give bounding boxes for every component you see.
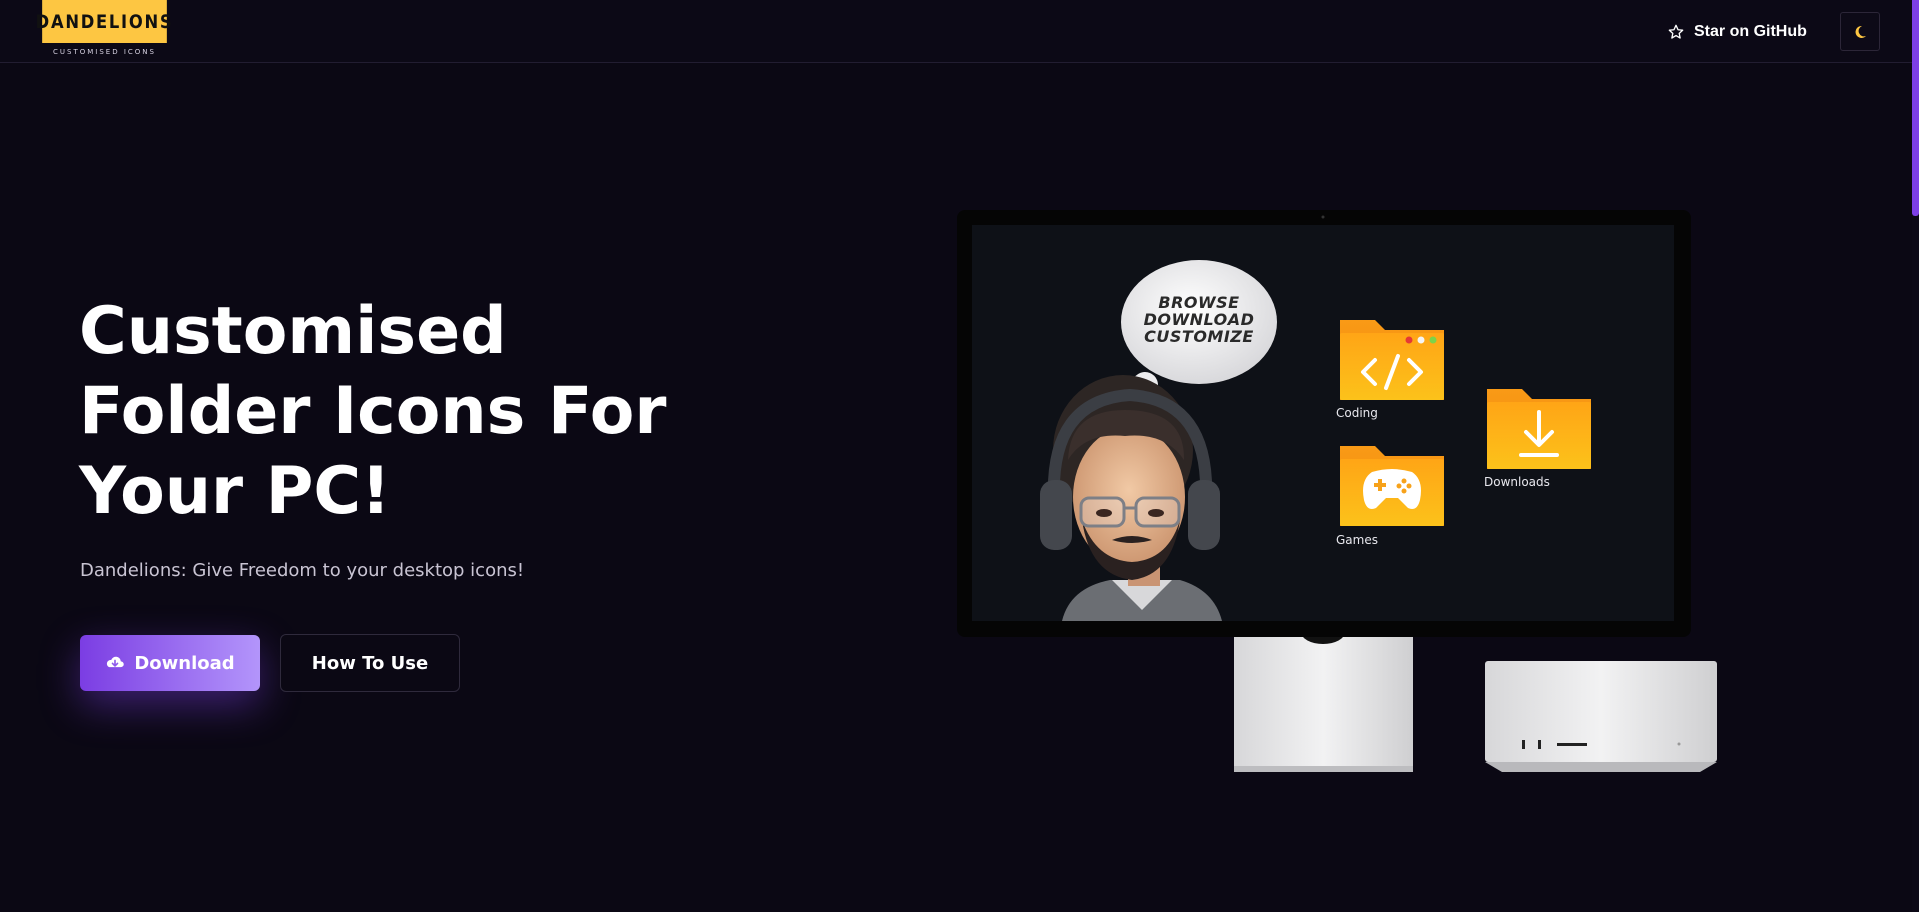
avatar-character [1040, 375, 1222, 621]
github-link-label: Star on GitHub [1694, 23, 1807, 40]
theme-toggle-button[interactable] [1840, 12, 1880, 51]
folder-games [1340, 446, 1444, 526]
bubble-line: DOWNLOAD [1143, 310, 1255, 329]
scrollbar-thumb[interactable] [1912, 0, 1919, 216]
bubble-line: BROWSE [1158, 293, 1240, 312]
how-to-use-label: How To Use [311, 652, 429, 674]
how-to-use-button[interactable]: How To Use [280, 634, 460, 692]
folder-label-coding: Coding [1336, 406, 1378, 420]
hero-tagline: Dandelions: Give Freedom to your desktop… [80, 560, 525, 581]
bubble-line: CUSTOMIZE [1144, 327, 1254, 346]
code-icon [1361, 354, 1423, 390]
monitor-stand [1234, 620, 1413, 772]
hero-title-line: Your PC! [79, 454, 391, 529]
top-navbar: DANDELIONS CUSTOMISED ICONS Star on GitH… [0, 0, 1912, 63]
github-star-link[interactable]: Star on GitHub [1668, 20, 1807, 44]
logo-subtitle: CUSTOMISED ICONS [53, 48, 156, 56]
hero-title-line: Customised [79, 294, 507, 369]
brand-logo[interactable]: DANDELIONS CUSTOMISED ICONS [32, 0, 178, 60]
folder-label-games: Games [1336, 533, 1378, 547]
cloud-download-icon [107, 656, 125, 668]
logo-title: DANDELIONS [36, 0, 172, 43]
folder-label-downloads: Downloads [1484, 475, 1550, 489]
moon-icon [1855, 25, 1866, 38]
folder-coding [1340, 320, 1444, 400]
star-icon [1668, 24, 1684, 39]
download-button-label: Download [134, 652, 235, 674]
download-arrow-icon [1519, 410, 1559, 457]
hero-title: Customised Folder Icons For Your PC! [79, 292, 699, 532]
hero-title-line: Folder Icons For [79, 374, 667, 449]
folder-downloads [1487, 389, 1591, 469]
computer-box [1485, 661, 1717, 772]
thought-bubble-text: BROWSE DOWNLOAD CUSTOMIZE [1130, 294, 1268, 345]
download-button[interactable]: Download [80, 635, 260, 691]
gamepad-icon [1363, 469, 1421, 509]
monitor [957, 210, 1691, 637]
